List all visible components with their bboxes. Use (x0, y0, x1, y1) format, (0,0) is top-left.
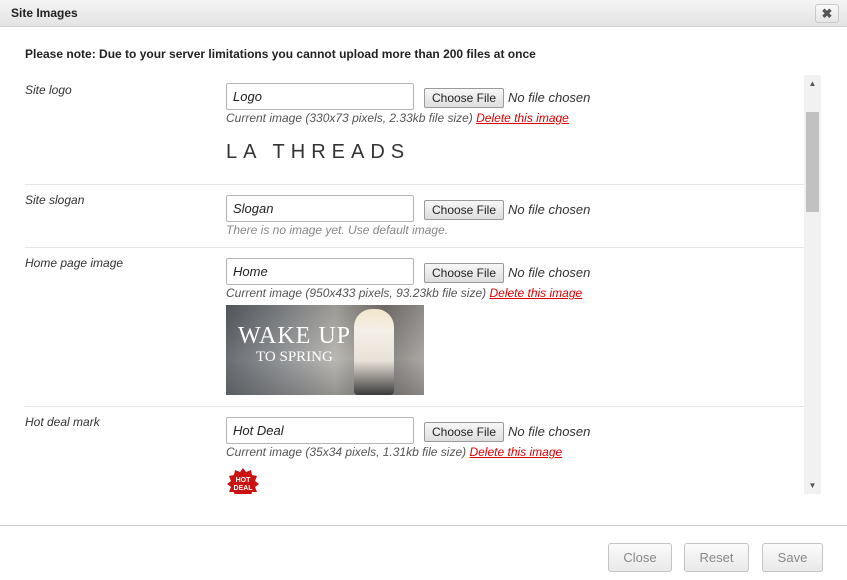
scrollbar-thumb[interactable] (806, 112, 819, 212)
file-status: No file chosen (508, 424, 591, 439)
row-site-logo: Site logo Choose File No file chosen Cur… (25, 75, 805, 185)
scroll-down-arrow-icon[interactable]: ▼ (804, 477, 821, 494)
home-image-name-input[interactable] (226, 258, 414, 285)
scroll-up-arrow-icon[interactable]: ▲ (804, 75, 821, 92)
hot-deal-badge-icon: HOT DEAL (227, 468, 259, 494)
current-image-info: Current image (330x73 pixels, 2.33kb fil… (226, 111, 569, 125)
field-label: Site logo (25, 83, 72, 97)
row-hot-deal-mark: Hot deal mark Choose File No file chosen… (25, 407, 805, 494)
delete-image-link[interactable]: Delete this image (469, 445, 562, 459)
dialog-footer: Close Reset Save (0, 525, 847, 580)
dialog-title: Site Images (11, 6, 78, 20)
image-info-text: Current image (950x433 pixels, 93.23kb f… (226, 286, 487, 300)
choose-file-button[interactable]: Choose File (424, 263, 504, 283)
site-logo-preview: LA THREADS (226, 141, 411, 163)
choose-file-button[interactable]: Choose File (424, 422, 504, 442)
dialog-titlebar: Site Images ✖ (0, 0, 847, 27)
preview-subline: TO SPRING (256, 349, 333, 365)
reset-button[interactable]: Reset (684, 543, 749, 572)
choose-file-button[interactable]: Choose File (424, 88, 504, 108)
site-logo-name-input[interactable] (226, 83, 414, 110)
badge-line1: HOT (236, 477, 252, 484)
row-home-page-image: Home page image Choose File No file chos… (25, 248, 805, 407)
preview-figure (354, 309, 394, 395)
close-icon[interactable]: ✖ (815, 4, 839, 23)
file-status: No file chosen (508, 265, 591, 280)
delete-image-link[interactable]: Delete this image (489, 286, 582, 300)
close-button[interactable]: Close (608, 543, 672, 572)
preview-headline: WAKE UP (238, 323, 351, 349)
choose-file-button[interactable]: Choose File (424, 200, 504, 220)
file-status: No file chosen (508, 202, 591, 217)
site-slogan-name-input[interactable] (226, 195, 414, 222)
current-image-info: Current image (35x34 pixels, 1.31kb file… (226, 445, 562, 459)
images-scroll-area: Site logo Choose File No file chosen Cur… (25, 75, 821, 494)
no-image-info: There is no image yet. Use default image… (226, 223, 449, 237)
file-status: No file chosen (508, 90, 591, 105)
image-info-text: Current image (330x73 pixels, 2.33kb fil… (226, 111, 473, 125)
delete-image-link[interactable]: Delete this image (476, 111, 569, 125)
row-site-slogan: Site slogan Choose File No file chosen T… (25, 185, 805, 248)
field-label: Home page image (25, 256, 124, 270)
upload-limit-note: Please note: Due to your server limitati… (25, 47, 536, 61)
field-label: Site slogan (25, 193, 85, 207)
image-info-text: Current image (35x34 pixels, 1.31kb file… (226, 445, 467, 459)
field-label: Hot deal mark (25, 415, 100, 429)
site-images-dialog: Site Images ✖ Please note: Due to your s… (0, 0, 847, 580)
hot-deal-name-input[interactable] (226, 417, 414, 444)
vertical-scrollbar[interactable]: ▲ ▼ (804, 75, 821, 494)
home-page-image-preview: WAKE UP TO SPRING (226, 305, 424, 395)
current-image-info: Current image (950x433 pixels, 93.23kb f… (226, 286, 582, 300)
badge-line2: DEAL (233, 485, 253, 492)
save-button[interactable]: Save (762, 543, 823, 572)
